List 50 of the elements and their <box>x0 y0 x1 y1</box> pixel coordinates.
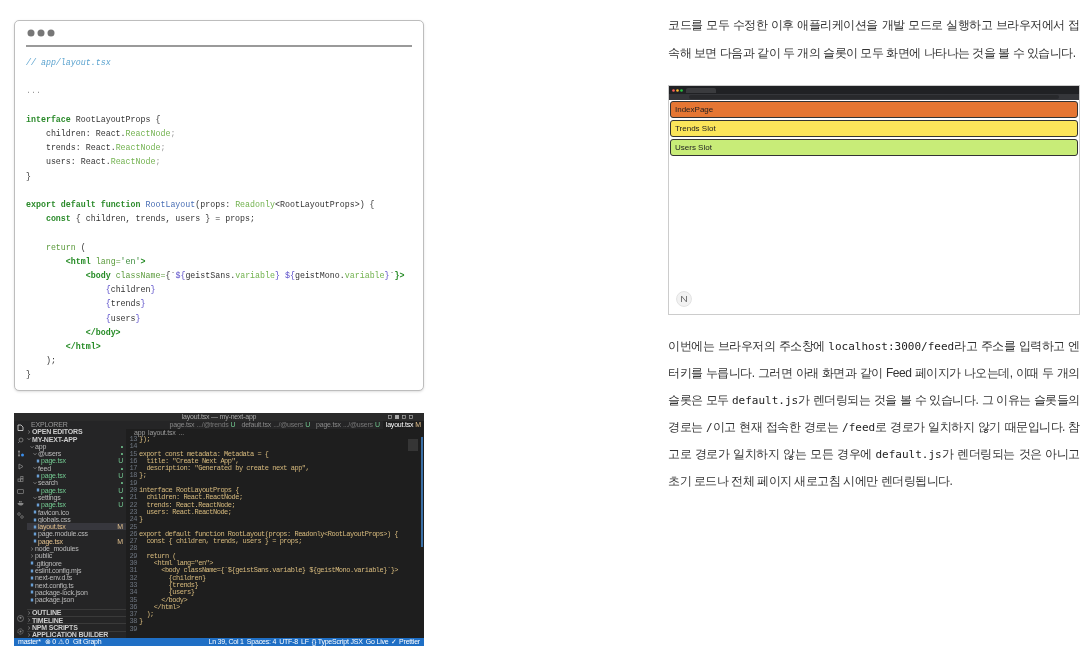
account-icon[interactable] <box>16 615 24 622</box>
code-line: const { children, trends, users } = props; <box>44 213 256 226</box>
chevron-icon[interactable] <box>27 625 31 630</box>
code-line: {trends} <box>104 298 146 311</box>
paragraph: 이번에는 브라우저의 주소창에 localhost:3000/feed라고 주소를 입력하고 엔터키를 누릅니다. 그러면 아래 화면과 같이 Feed 페이지가 나오는데, 이때 두 개의 슬롯은 모두 default.js가 렌더링되는 것을 볼 수 있습니다. 그 이유는 슬롯들의 경로는 /이고 현재 접속한 경로는 /feed로 경로가 일치하지 않기 때문입니다. 참고로 경로가 일치하지 않는 모든 경우에 default.js가 렌더링되는 것은 아니고 초기 로드나 전체 페이지 새로고침 시에만 렌더링됩니다. <box>668 338 1080 490</box>
monitor-icon[interactable] <box>16 489 24 494</box>
chevron-icon[interactable] <box>33 481 37 485</box>
settings-icon[interactable] <box>16 628 24 635</box>
branch-icon[interactable] <box>16 450 24 457</box>
code-line: } <box>26 170 31 183</box>
code-line: </body> <box>84 326 121 339</box>
remote-icon[interactable] <box>16 512 24 519</box>
chevron-icon[interactable] <box>27 429 31 434</box>
files-icon[interactable] <box>16 424 24 431</box>
layout-controls-icon[interactable] <box>388 415 414 419</box>
chevron-icon[interactable] <box>30 554 34 558</box>
code-line: {children} <box>104 284 156 297</box>
code-line: <html lang='en'> <box>64 255 146 268</box>
file-icon <box>36 473 40 478</box>
code-line: ... <box>26 85 41 98</box>
extensions-icon[interactable] <box>16 476 24 483</box>
file-icon <box>36 488 40 493</box>
window-dots-icon <box>27 29 55 37</box>
code-line: users: React.ReactNode; <box>44 156 161 169</box>
whale-icon[interactable] <box>16 500 24 506</box>
file-icon <box>36 459 40 464</box>
slot-box: IndexPage <box>670 101 1078 118</box>
code-line: export default function RootLayout(props: Readonly<RootLayoutProps>) { <box>26 199 375 211</box>
browser-tab[interactable] <box>686 87 716 93</box>
search-icon[interactable] <box>16 437 24 444</box>
code-line: interface RootLayoutProps { <box>26 113 161 126</box>
chevron-icon[interactable] <box>27 618 31 623</box>
code-line: </html> <box>64 341 101 353</box>
code-line: trends: React.ReactNode; <box>44 142 166 155</box>
slot-box: Users Slot <box>670 139 1078 156</box>
code-line: // app/layout.tsx <box>26 57 111 69</box>
traffic-lights-icon <box>672 88 684 92</box>
chevron-icon[interactable] <box>27 610 31 615</box>
code-line: children: React.ReactNode; <box>44 128 176 140</box>
code-line: } <box>26 369 31 382</box>
code-line: ); <box>44 355 56 368</box>
paragraph: 코드를 모두 수정한 이후 애플리케이션을 개발 모드로 실행하고 브라우저에서 접속해 보면 다음과 같이 두 개의 슬롯이 모두 화면에 나타나는 것을 볼 수 있습니다. <box>668 17 1080 62</box>
code-line: return ( <box>44 241 86 254</box>
code-line: {users} <box>104 312 141 325</box>
code-line: <body className={`${geistSans.variable} ${geistMono.variable}`}> <box>84 270 405 282</box>
slot-box: Trends Slot <box>670 120 1078 137</box>
chevron-icon[interactable] <box>27 632 31 637</box>
chevron-icon[interactable] <box>30 546 34 551</box>
play-icon[interactable] <box>16 463 24 470</box>
next-logo-icon[interactable] <box>676 291 692 307</box>
